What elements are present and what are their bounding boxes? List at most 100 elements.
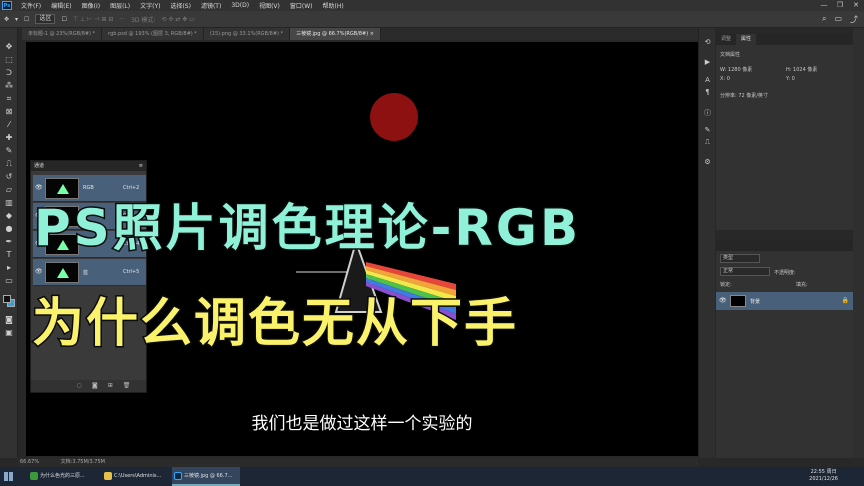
folder-icon <box>104 472 112 480</box>
close-icon[interactable]: ✕ <box>848 0 864 11</box>
new-channel-icon[interactable]: ⊞ <box>108 380 113 392</box>
menu-filter[interactable]: 滤镜(T) <box>196 1 226 10</box>
dropdown-chevron-icon[interactable]: ▾ <box>15 16 18 23</box>
magic-wand-tool-icon[interactable]: ⁂ <box>4 81 14 91</box>
resolution-value: 分辨率: 72 像素/英寸 <box>720 93 768 99</box>
layer-kind-filter[interactable]: 类型 <box>720 254 760 263</box>
layer-row-background[interactable]: 👁 背景 🔒 <box>716 292 853 310</box>
tab-untitled[interactable]: 未标题-1 @ 23%(RGB/8#) * <box>22 28 103 40</box>
windows-start-icon[interactable] <box>4 472 13 481</box>
doc-properties-label: 文档属性 <box>720 52 741 58</box>
taskbar-item-browser[interactable]: 为什么色光的三原... <box>28 467 98 486</box>
info-icon[interactable]: ⓘ <box>702 108 713 118</box>
menu-select[interactable]: 选择(S) <box>165 1 196 10</box>
channel-shortcut: Ctrl+5 <box>123 269 140 275</box>
menu-edit[interactable]: 编辑(E) <box>46 1 76 10</box>
tab-rgb-psd[interactable]: rgb.psd @ 193% (图层 3, RGB/8#) * <box>102 28 204 40</box>
properties-panel: 调整 属性 文档属性 W: 1280 像素 H: 1024 像素 X: 0 Y:… <box>716 34 853 230</box>
frame-tool-icon[interactable]: ⊠ <box>4 107 14 117</box>
menu-window[interactable]: 窗口(W) <box>285 1 318 10</box>
taskbar-item-explorer[interactable]: C:\Users\Adminis... <box>102 467 170 486</box>
screen-mode-icon[interactable]: ▣ <box>4 328 14 338</box>
minimize-icon[interactable]: — <box>816 0 832 11</box>
foreground-color-swatch[interactable] <box>3 295 11 303</box>
y-value[interactable]: Y: 0 <box>786 76 795 82</box>
crop-tool-icon[interactable]: ⌗ <box>4 94 14 104</box>
search-icon[interactable]: ⌕ <box>822 14 826 25</box>
channels-panel-header[interactable]: 通道 ≡ <box>31 161 146 171</box>
play-icon[interactable]: ▶ <box>702 58 713 66</box>
height-value[interactable]: H: 1024 像素 <box>786 66 817 73</box>
layers-panel-tabs[interactable] <box>716 240 853 251</box>
move-tool-icon[interactable]: ✥ <box>4 42 14 52</box>
menu-layer[interactable]: 图层(L) <box>105 1 135 10</box>
share-icon[interactable]: ⤴ <box>850 14 858 25</box>
3d-mode-label: 3D 模式: <box>131 16 156 24</box>
autoselect-mode-select[interactable]: 选区 <box>35 14 56 24</box>
menu-image[interactable]: 图像(I) <box>77 1 105 10</box>
healing-brush-icon[interactable]: ✚ <box>4 133 14 143</box>
layer-name: 背景 <box>750 299 761 305</box>
shape-tool-icon[interactable]: ▭ <box>4 276 14 286</box>
taskbar-clock[interactable]: 22:55 周日 2021/12/26 <box>809 469 838 483</box>
eraser-tool-icon[interactable]: ▱ <box>4 185 14 195</box>
tab-adjustments[interactable]: 调整 <box>716 34 736 45</box>
paragraph-icon[interactable]: ¶ <box>702 88 713 96</box>
move-tool-icon[interactable]: ✥ <box>4 16 9 23</box>
lasso-tool-icon[interactable]: ᑐ <box>4 68 14 78</box>
cursor-highlight <box>370 93 418 141</box>
gradient-tool-icon[interactable]: ▥ <box>4 198 14 208</box>
menu-bar: Ps 文件(F) 编辑(E) 图像(I) 图层(L) 文字(Y) 选择(S) 滤… <box>0 0 864 11</box>
history-icon[interactable]: ⟲ <box>702 38 713 46</box>
quick-mask-icon[interactable]: ◙ <box>4 315 14 325</box>
clone-stamp-icon[interactable]: ⎍ <box>4 159 14 169</box>
pen-tool-icon[interactable]: ✒ <box>4 237 14 247</box>
tab-properties[interactable]: 属性 <box>736 34 757 45</box>
lock-icon: 🔒 <box>841 297 849 304</box>
menu-type[interactable]: 文字(Y) <box>135 1 165 10</box>
character-icon[interactable]: A <box>702 76 713 84</box>
3d-icon[interactable]: ⚙ <box>702 158 713 166</box>
menu-3d[interactable]: 3D(D) <box>226 2 254 9</box>
photoshop-icon <box>174 472 182 480</box>
tab-15-png[interactable]: (15).png @ 33.1%(RGB/8#) * <box>203 28 291 40</box>
x-value[interactable]: X: 0 <box>720 76 730 82</box>
lock-label: 锁定: <box>720 282 732 288</box>
brush-settings-icon[interactable]: ✎ <box>702 126 713 134</box>
more-options-icon[interactable]: ··· <box>119 16 125 23</box>
visibility-eye-icon[interactable]: 👁 <box>35 268 43 275</box>
trash-icon[interactable]: 🗑 <box>123 380 131 392</box>
menu-file[interactable]: 文件(F) <box>16 1 46 10</box>
dodge-tool-icon[interactable]: ● <box>4 224 14 234</box>
menu-view[interactable]: 视图(V) <box>254 1 285 10</box>
3d-tool-icons[interactable]: ⟲ ✣ ⇄ ✥ ▭ <box>161 16 194 23</box>
zoom-level[interactable]: 66.67% <box>20 459 39 465</box>
transform-controls-checkbox[interactable]: ☐ <box>61 16 66 23</box>
marquee-tool-icon[interactable]: ⬚ <box>4 55 14 65</box>
panel-menu-icon[interactable]: ≡ <box>139 161 143 171</box>
brush-tool-icon[interactable]: ✎ <box>4 146 14 156</box>
eyedropper-tool-icon[interactable]: ⁄ <box>4 120 14 130</box>
type-tool-icon[interactable]: T <box>4 250 14 260</box>
workspace-icon[interactable]: ▭ <box>834 14 842 25</box>
video-subtitle: 我们也是做过这样一个实验的 <box>251 414 473 434</box>
opacity-label: 不透明度: <box>774 270 796 276</box>
layers-panel: 类型 正常 不透明度: 锁定: 填充: 👁 背景 🔒 <box>716 240 853 458</box>
history-brush-icon[interactable]: ↺ <box>4 172 14 182</box>
width-value[interactable]: W: 1280 像素 <box>720 66 752 73</box>
restore-icon[interactable]: ❐ <box>832 0 848 11</box>
taskbar-item-photoshop[interactable]: 三棱镜.jpg @ 66.7... <box>172 467 240 486</box>
channel-name: 蓝 <box>83 270 89 276</box>
save-selection-icon[interactable]: ◙ <box>92 380 98 392</box>
visibility-eye-icon[interactable]: 👁 <box>719 297 727 304</box>
blur-tool-icon[interactable]: ◆ <box>4 211 14 221</box>
video-title-sub: 为什么调色无从下手 <box>30 293 519 356</box>
load-selection-icon[interactable]: ◌ <box>77 380 82 392</box>
blend-mode-select[interactable]: 正常 <box>720 267 770 276</box>
path-selection-icon[interactable]: ▸ <box>4 263 14 273</box>
autoselect-checkbox[interactable]: ☐ <box>24 16 29 23</box>
tab-prism-jpg[interactable]: 三棱镜.jpg @ 66.7%(RGB/8#) × <box>290 28 381 40</box>
align-icons[interactable]: ⊤ ⊥ ⊢ ⊣ ⊞ ⊟ <box>73 16 114 23</box>
menu-help[interactable]: 帮助(H) <box>318 1 349 10</box>
clone-source-icon[interactable]: ⎍ <box>702 138 713 147</box>
